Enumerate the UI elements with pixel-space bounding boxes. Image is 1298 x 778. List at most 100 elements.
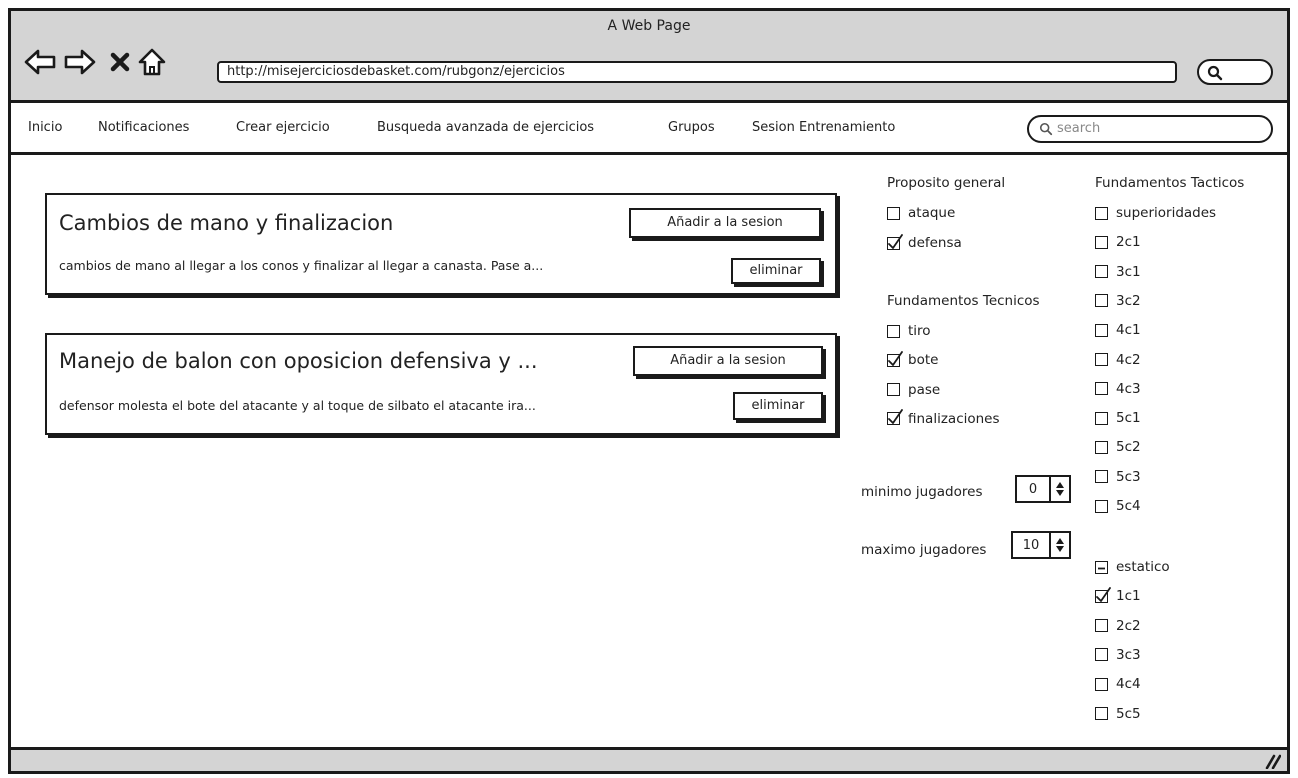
nav-busqueda-avanzada[interactable]: Busqueda avanzada de ejercicios (377, 120, 594, 135)
checkbox-label: 2c2 (1116, 617, 1141, 634)
exercise-card: Cambios de mano y finalizacion cambios d… (45, 193, 837, 295)
checkbox-empty-icon[interactable] (1095, 499, 1108, 513)
checkbox-2c1[interactable]: 2c1 (1095, 234, 1141, 250)
checkbox-label: 2c1 (1116, 234, 1141, 251)
checkbox-label: bote (908, 352, 939, 369)
checkbox-finalizaciones[interactable]: finalizaciones (887, 409, 1000, 427)
stop-button[interactable] (103, 45, 137, 79)
home-icon (138, 48, 166, 76)
checkbox-empty-icon[interactable] (1095, 648, 1108, 662)
checkbox-3c1[interactable]: 3c1 (1095, 264, 1141, 280)
checkbox-empty-icon[interactable] (1095, 440, 1108, 454)
window-title: A Web Page (607, 18, 691, 34)
checkbox-empty-icon[interactable] (1095, 265, 1108, 279)
checkbox-label: 3c3 (1116, 646, 1141, 663)
checkbox-checked-icon[interactable] (1095, 586, 1111, 603)
checkbox-empty-icon[interactable] (1095, 470, 1108, 484)
checkbox-label: tiro (908, 323, 931, 339)
checkbox-5c4[interactable]: 5c4 (1095, 498, 1141, 514)
checkbox-empty-icon[interactable] (1095, 323, 1108, 337)
exercise-title[interactable]: Cambios de mano y finalizacion (59, 211, 393, 235)
home-button[interactable] (135, 45, 169, 79)
exercise-card: Manejo de balon con oposicion defensiva … (45, 333, 837, 435)
checkbox-empty-icon[interactable] (1095, 677, 1108, 691)
checkbox-checked-icon[interactable] (887, 233, 903, 250)
checkbox-3c2[interactable]: 3c2 (1095, 293, 1141, 309)
checkbox-empty-icon[interactable] (887, 206, 900, 220)
search-input[interactable]: search (1027, 115, 1273, 143)
stepper-arrows-icon[interactable] (1049, 477, 1069, 501)
checkbox-empty-icon[interactable] (1095, 235, 1108, 249)
delete-button[interactable]: eliminar (731, 258, 821, 284)
checkbox-empty-icon[interactable] (1095, 382, 1108, 396)
checkbox-checked-icon[interactable] (887, 350, 903, 367)
checkbox-tiro[interactable]: tiro (887, 323, 931, 339)
checkbox-empty-icon[interactable] (1095, 707, 1108, 720)
checkbox-pase[interactable]: pase (887, 382, 940, 398)
checkbox-4c3[interactable]: 4c3 (1095, 381, 1141, 397)
checkbox-label: defensa (908, 235, 962, 251)
nav-sesion-entrenamiento[interactable]: Sesion Entrenamiento (752, 120, 895, 135)
checkbox-empty-icon[interactable] (887, 383, 900, 397)
checkbox-estatico[interactable]: estatico (1095, 559, 1170, 575)
exercise-title[interactable]: Manejo de balon con oposicion defensiva … (59, 349, 538, 373)
checkbox-indeterminate-icon[interactable] (1095, 560, 1108, 574)
add-to-session-button[interactable]: Añadir a la sesion (633, 346, 823, 376)
max-players-label: maximo jugadores (861, 542, 987, 558)
checkbox-empty-icon[interactable] (1095, 294, 1108, 308)
checkbox-bote[interactable]: bote (887, 350, 939, 369)
checkbox-label: 5c3 (1116, 468, 1141, 485)
checkbox-superioridades[interactable]: superioridades (1095, 205, 1216, 221)
add-to-session-button[interactable]: Añadir a la sesion (629, 208, 821, 238)
checkbox-label: estatico (1116, 559, 1170, 575)
checkbox-label: superioridades (1116, 205, 1217, 221)
checkbox-empty-icon[interactable] (1095, 206, 1108, 220)
min-players-label: minimo jugadores (861, 484, 983, 500)
tacticos-heading: Fundamentos Tacticos (1095, 175, 1245, 191)
url-input[interactable]: http://misejerciciosdebasket.com/rubgonz… (217, 61, 1177, 83)
toolbar-search-button[interactable] (1197, 59, 1273, 85)
resize-grip-icon[interactable] (1263, 753, 1281, 769)
forward-button[interactable] (63, 45, 97, 79)
checkbox-label: 3c2 (1116, 292, 1141, 309)
checkbox-3c3[interactable]: 3c3 (1095, 647, 1141, 663)
checkbox-2c2[interactable]: 2c2 (1095, 618, 1141, 634)
checkbox-label: 5c1 (1116, 410, 1141, 427)
checkbox-empty-icon[interactable] (887, 324, 900, 338)
checkbox-checked-icon[interactable] (887, 409, 903, 426)
checkbox-4c4[interactable]: 4c4 (1095, 676, 1141, 692)
browser-window: A Web Page http://misejerciciosdebasket.… (8, 8, 1290, 774)
checkbox-5c2[interactable]: 5c2 (1095, 439, 1141, 455)
checkbox-5c3[interactable]: 5c3 (1095, 469, 1141, 485)
checkbox-5c1[interactable]: 5c1 (1095, 410, 1141, 426)
status-bar (11, 747, 1287, 771)
checkbox-5c5[interactable]: 5c5 (1095, 706, 1141, 722)
max-players-value[interactable]: 10 (1013, 538, 1049, 553)
min-players-stepper[interactable]: 0 (1015, 475, 1071, 503)
checkbox-empty-icon[interactable] (1095, 411, 1108, 425)
checkbox-ataque[interactable]: ataque (887, 205, 955, 221)
checkbox-label: 1c1 (1116, 588, 1141, 605)
checkbox-empty-icon[interactable] (1095, 353, 1108, 366)
exercise-description: defensor molesta el bote del atacante y … (59, 398, 536, 413)
checkbox-4c2[interactable]: 4c2 (1095, 352, 1141, 368)
back-button[interactable] (23, 45, 57, 79)
stepper-arrows-icon[interactable] (1049, 533, 1069, 557)
search-icon (1207, 65, 1223, 81)
nav-crear-ejercicio[interactable]: Crear ejercicio (236, 120, 330, 135)
checkbox-label: 5c2 (1116, 439, 1141, 456)
checkbox-4c1[interactable]: 4c1 (1095, 322, 1141, 338)
checkbox-label: 4c1 (1116, 322, 1141, 339)
checkbox-defensa[interactable]: defensa (887, 233, 962, 251)
delete-button[interactable]: eliminar (733, 392, 823, 420)
nav-notificaciones[interactable]: Notificaciones (98, 120, 189, 135)
min-players-value[interactable]: 0 (1017, 482, 1049, 497)
checkbox-1c1[interactable]: 1c1 (1095, 586, 1141, 605)
nav-grupos[interactable]: Grupos (668, 120, 715, 135)
tecnicos-heading: Fundamentos Tecnicos (887, 293, 1040, 309)
checkbox-empty-icon[interactable] (1095, 619, 1108, 633)
forward-arrow-icon (64, 49, 96, 75)
nav-inicio[interactable]: Inicio (28, 120, 62, 135)
search-placeholder: search (1057, 121, 1101, 136)
max-players-stepper[interactable]: 10 (1011, 531, 1071, 559)
